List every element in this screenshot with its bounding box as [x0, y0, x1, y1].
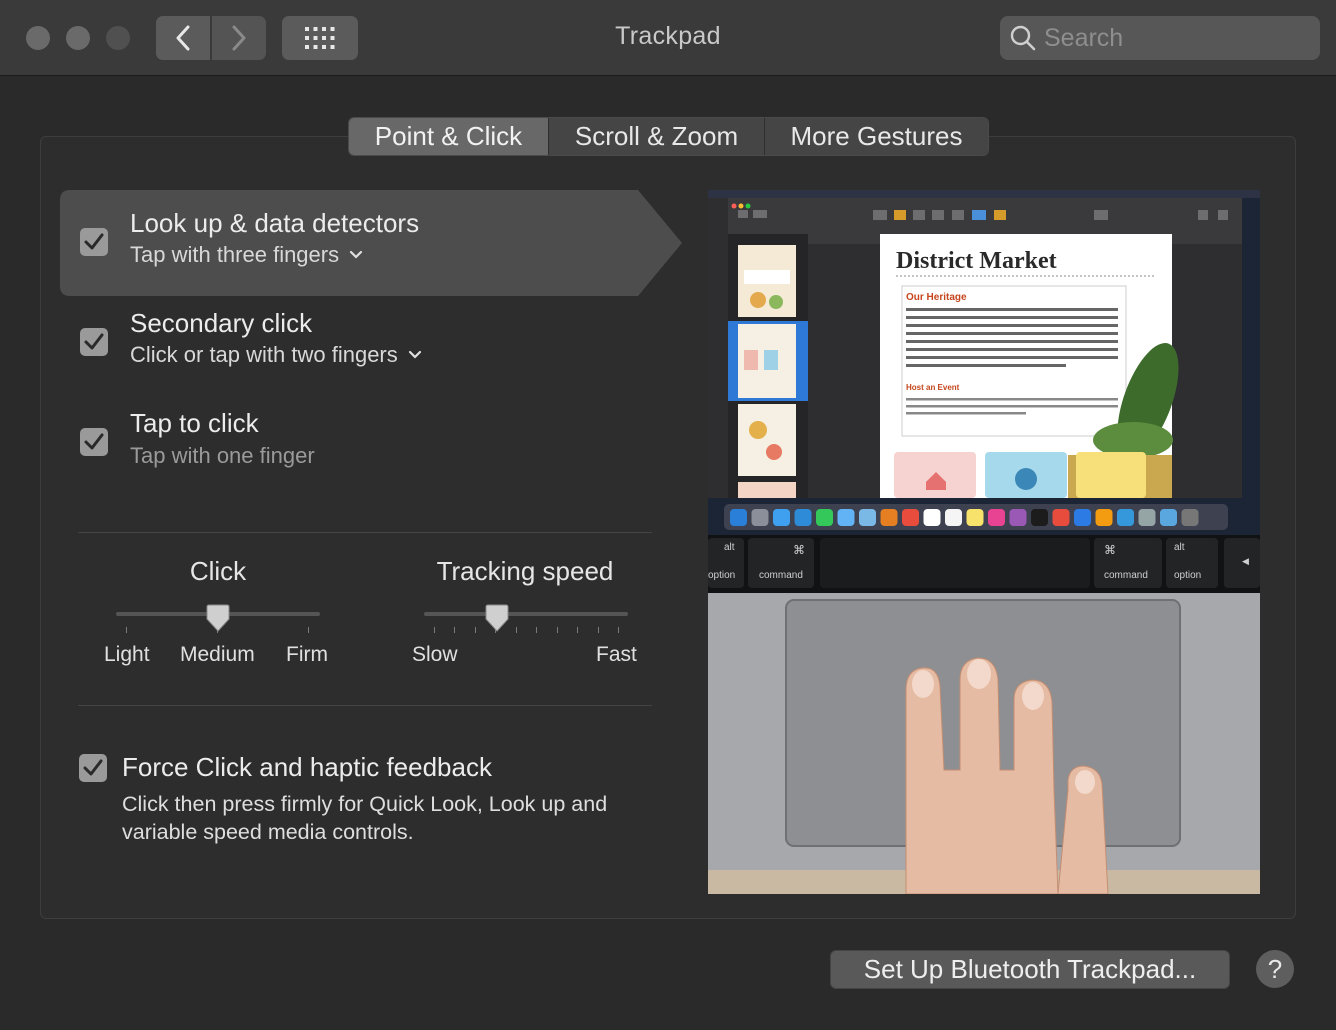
- search-field[interactable]: Search: [1000, 16, 1320, 60]
- slider-tick: [577, 627, 579, 633]
- slider-tick: [434, 627, 435, 633]
- key-command-left: command: [759, 570, 803, 581]
- dock-app-icon: [966, 509, 984, 526]
- dock-app-icon: [794, 509, 812, 526]
- dock-app-icon: [773, 509, 790, 526]
- dock-app-icon: [1160, 509, 1177, 526]
- key-option-left: option: [708, 570, 735, 581]
- click-slider-label: Click: [189, 556, 247, 586]
- divider: [78, 532, 652, 533]
- lookup-subtitle: Tap with three fingers: [130, 242, 340, 267]
- dock-app-icon: [730, 509, 747, 526]
- preview-doc-title: District Market: [896, 248, 1057, 274]
- lookup-gesture-dropdown[interactable]: Tap with three fingers: [130, 242, 363, 268]
- slider-tick: [474, 627, 476, 633]
- search-placeholder: Search: [1044, 23, 1124, 52]
- checkmark-icon: [83, 759, 103, 776]
- gesture-preview: District Market Our Heritage Host an Eve…: [708, 190, 1260, 894]
- secondary-click-title: Secondary click: [130, 308, 313, 338]
- dock-app-icon: [1052, 509, 1070, 526]
- tracking-slow-label: Slow: [412, 643, 458, 666]
- dock-app-icon: [1117, 509, 1134, 526]
- tracking-slider-knob[interactable]: [485, 604, 509, 632]
- dock-app-icon: [751, 509, 769, 526]
- click-slider-knob[interactable]: [206, 604, 230, 632]
- search-icon: [1010, 25, 1036, 51]
- preview-subheading: Host an Event: [906, 383, 960, 392]
- help-button[interactable]: ?: [1256, 950, 1294, 988]
- setup-bluetooth-trackpad-button[interactable]: Set Up Bluetooth Trackpad...: [830, 950, 1230, 989]
- key-command-right: command: [1104, 570, 1148, 581]
- dock-app-icon: [837, 509, 855, 526]
- click-medium-label: Medium: [180, 643, 255, 666]
- slider-tick: [308, 627, 309, 633]
- dock-app-icon: [1095, 509, 1113, 526]
- svg-text:⌘: ⌘: [1104, 543, 1116, 557]
- svg-text:◀: ◀: [1242, 556, 1249, 566]
- dock-app-icon: [945, 509, 962, 526]
- tracking-slider-label: Tracking speed: [436, 556, 614, 586]
- tap-to-click-title: Tap to click: [130, 408, 259, 438]
- click-light-label: Light: [104, 643, 150, 666]
- slider-tick: [618, 627, 619, 633]
- dock-app-icon: [1138, 509, 1156, 526]
- dock-app-icon: [1074, 509, 1091, 526]
- dock-app-icon: [988, 509, 1005, 526]
- key-alt-left: alt: [724, 542, 735, 553]
- slider-tick: [454, 627, 456, 633]
- tab-scroll-and-zoom[interactable]: Scroll & Zoom: [548, 118, 764, 155]
- slider-tick: [597, 627, 599, 633]
- slider-tick: [556, 627, 558, 633]
- tracking-fast-label: Fast: [596, 643, 637, 666]
- dock-app-icon: [880, 509, 898, 526]
- force-click-description: Click then press firmly for Quick Look, …: [122, 792, 608, 844]
- svg-text:⌘: ⌘: [793, 543, 805, 557]
- dock-app-icon: [1009, 509, 1027, 526]
- click-firm-label: Firm: [286, 643, 328, 666]
- tab-more-gestures[interactable]: More Gestures: [764, 118, 988, 155]
- dock-app-icon: [902, 509, 919, 526]
- divider: [78, 705, 652, 706]
- dock-app-icon: [816, 509, 833, 526]
- lookup-title: Look up & data detectors: [130, 208, 420, 238]
- preview-illustration: District Market Our Heritage Host an Eve…: [708, 190, 1260, 894]
- tap-to-click-checkbox[interactable]: [80, 428, 108, 456]
- tab-point-and-click[interactable]: Point & Click: [349, 118, 548, 155]
- slider-tick: [515, 627, 517, 633]
- force-click-title: Force Click and haptic feedback: [122, 752, 492, 782]
- slider-tick: [536, 627, 538, 633]
- tab-bar: Point & Click Scroll & Zoom More Gesture…: [348, 117, 989, 156]
- chevron-down-icon: [408, 350, 421, 359]
- title-bar: Trackpad Search: [0, 0, 1336, 76]
- checkmark-icon: [84, 233, 104, 250]
- tracking-slider-track[interactable]: [424, 612, 628, 616]
- dock-app-icon: [923, 509, 941, 526]
- dock-app-icon: [1181, 509, 1199, 526]
- key-alt-right: alt: [1174, 542, 1185, 553]
- secondary-click-subtitle: Click or tap with two fingers: [130, 342, 398, 367]
- slider-tick: [126, 627, 127, 633]
- chevron-down-icon: [350, 250, 363, 259]
- dock-app-icon: [1031, 509, 1048, 526]
- checkmark-icon: [84, 433, 104, 450]
- tap-to-click-subtitle: Tap with one finger: [130, 443, 315, 468]
- key-option-right: option: [1174, 570, 1201, 581]
- checkmark-icon: [84, 333, 104, 350]
- secondary-click-checkbox[interactable]: [80, 328, 108, 356]
- lookup-checkbox[interactable]: [80, 228, 108, 256]
- dock-app-icon: [859, 509, 876, 526]
- force-click-checkbox[interactable]: [79, 754, 107, 782]
- secondary-click-dropdown[interactable]: Click or tap with two fingers: [130, 342, 422, 368]
- preview-heading: Our Heritage: [906, 292, 967, 303]
